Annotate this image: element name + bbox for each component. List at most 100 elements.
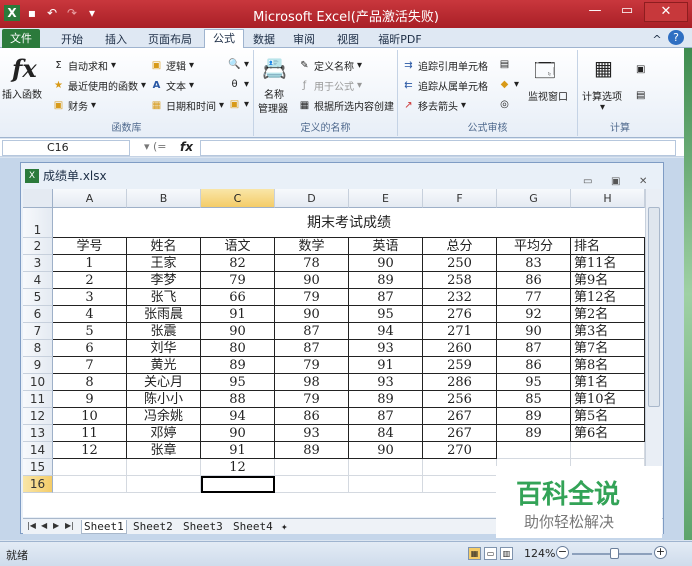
table-cell[interactable] <box>497 442 571 459</box>
active-cell[interactable] <box>201 476 275 493</box>
table-cell[interactable]: 第7名 <box>571 340 645 357</box>
table-cell[interactable]: 91 <box>201 442 275 459</box>
ribbon-minimize-icon[interactable]: ^ <box>650 31 664 48</box>
row-header[interactable]: 10 <box>23 374 53 391</box>
row-header[interactable]: 2 <box>23 238 53 255</box>
trace-precedents-button[interactable]: ⇉ 追踪引用单元格 <box>402 58 488 73</box>
table-cell[interactable]: 张飞 <box>127 289 201 306</box>
close-button[interactable]: ✕ <box>644 2 688 22</box>
table-cell[interactable]: 刘华 <box>127 340 201 357</box>
table-cell[interactable]: 78 <box>275 255 349 272</box>
scroll-thumb[interactable] <box>648 207 660 407</box>
header-cell[interactable]: 学号 <box>53 238 127 255</box>
table-cell[interactable]: 李梦 <box>127 272 201 289</box>
table-cell[interactable]: 89 <box>275 442 349 459</box>
text-button[interactable]: A 文本 ▾ <box>150 78 194 93</box>
table-cell[interactable]: 邓婷 <box>127 425 201 442</box>
table-cell[interactable]: 90 <box>275 272 349 289</box>
column-header[interactable]: A <box>53 189 127 208</box>
calc-sheet-icon[interactable]: ▤ <box>636 90 645 101</box>
zoom-in-icon[interactable]: + <box>654 546 667 559</box>
table-cell[interactable]: 95 <box>349 306 423 323</box>
prev-sheet-icon[interactable]: ◀ <box>41 521 47 530</box>
table-cell[interactable]: 83 <box>497 255 571 272</box>
row-header[interactable]: 6 <box>23 306 53 323</box>
column-header[interactable]: H <box>571 189 645 208</box>
tab-insert[interactable]: 插入 <box>96 31 136 48</box>
column-header[interactable]: D <box>275 189 349 208</box>
table-cell[interactable]: 258 <box>423 272 497 289</box>
table-cell[interactable]: 张雨晨 <box>127 306 201 323</box>
table-cell[interactable] <box>423 459 497 476</box>
table-cell[interactable]: 232 <box>423 289 497 306</box>
tab-review[interactable]: 审阅 <box>286 31 322 48</box>
row-header[interactable]: 12 <box>23 408 53 425</box>
logical-button[interactable]: ▣ 逻辑 ▾ <box>150 58 194 73</box>
table-cell[interactable]: 86 <box>497 272 571 289</box>
header-cell[interactable]: 总分 <box>423 238 497 255</box>
table-cell[interactable]: 86 <box>275 408 349 425</box>
header-cell[interactable]: 姓名 <box>127 238 201 255</box>
table-cell[interactable]: 85 <box>497 391 571 408</box>
table-cell[interactable]: 89 <box>349 272 423 289</box>
table-cell[interactable]: 94 <box>201 408 275 425</box>
evaluate-formula-button[interactable]: ◎ <box>498 98 511 111</box>
minimize-button[interactable]: — <box>580 2 610 22</box>
row-header[interactable]: 14 <box>23 442 53 459</box>
table-cell[interactable]: 79 <box>275 391 349 408</box>
row-header[interactable]: 16 <box>23 476 53 493</box>
row-header[interactable]: 13 <box>23 425 53 442</box>
table-cell[interactable]: 250 <box>423 255 497 272</box>
table-cell[interactable]: 10 <box>53 408 127 425</box>
table-cell[interactable]: 90 <box>349 255 423 272</box>
row-header[interactable]: 11 <box>23 391 53 408</box>
use-in-formula-button[interactable]: ƒ 用于公式 ▾ <box>298 78 362 93</box>
row-header[interactable]: 8 <box>23 340 53 357</box>
table-cell[interactable] <box>275 476 349 493</box>
financial-button[interactable]: ▣ 财务 ▾ <box>52 98 96 113</box>
maximize-button[interactable]: ▭ <box>612 2 642 22</box>
page-layout-view-icon[interactable]: ▭ <box>484 547 497 560</box>
table-cell[interactable]: 94 <box>349 323 423 340</box>
table-cell[interactable] <box>53 476 127 493</box>
table-cell[interactable]: 276 <box>423 306 497 323</box>
name-box[interactable]: C16 <box>2 140 130 156</box>
table-cell[interactable]: 87 <box>497 340 571 357</box>
lookup-button[interactable]: 🔍 ▾ <box>228 58 249 71</box>
table-cell[interactable]: 3 <box>53 289 127 306</box>
select-all-corner[interactable] <box>23 189 53 208</box>
tab-home[interactable]: 开始 <box>52 31 92 48</box>
sheet-tab-1[interactable]: Sheet1 <box>81 520 127 534</box>
table-cell[interactable]: 93 <box>275 425 349 442</box>
row-header[interactable]: 15 <box>23 459 53 476</box>
table-cell[interactable]: 79 <box>201 272 275 289</box>
table-cell[interactable]: 286 <box>423 374 497 391</box>
table-cell[interactable]: 98 <box>275 374 349 391</box>
table-cell[interactable]: 270 <box>423 442 497 459</box>
table-cell[interactable]: 66 <box>201 289 275 306</box>
table-cell[interactable]: 11 <box>53 425 127 442</box>
remove-arrows-button[interactable]: ↗ 移去箭头 ▾ <box>402 98 466 113</box>
table-cell[interactable] <box>53 459 127 476</box>
row-header[interactable]: 1 <box>23 208 53 238</box>
table-cell[interactable] <box>127 476 201 493</box>
sheet-tab-2[interactable]: Sheet2 <box>131 520 175 534</box>
table-cell[interactable]: 5 <box>53 323 127 340</box>
help-icon[interactable]: ? <box>668 30 684 45</box>
table-cell[interactable]: 张震 <box>127 323 201 340</box>
column-header[interactable]: F <box>423 189 497 208</box>
table-cell[interactable]: 关心月 <box>127 374 201 391</box>
calc-now-icon[interactable]: ▣ <box>636 64 645 75</box>
table-cell[interactable]: 89 <box>349 391 423 408</box>
table-cell[interactable]: 第11名 <box>571 255 645 272</box>
fx-icon[interactable]: fx <box>180 140 193 154</box>
table-cell[interactable] <box>349 459 423 476</box>
table-cell[interactable]: 93 <box>349 340 423 357</box>
table-cell[interactable]: 77 <box>497 289 571 306</box>
table-cell[interactable]: 271 <box>423 323 497 340</box>
table-cell[interactable]: 89 <box>497 408 571 425</box>
sheet-title-cell[interactable]: 期末考试成绩 <box>53 208 645 238</box>
insert-function-button[interactable]: 插入函数 <box>2 86 42 101</box>
column-header[interactable]: B <box>127 189 201 208</box>
row-header[interactable]: 3 <box>23 255 53 272</box>
